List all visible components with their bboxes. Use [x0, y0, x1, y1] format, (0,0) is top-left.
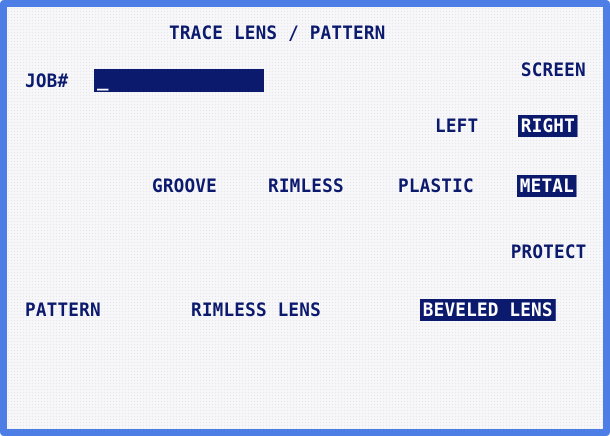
pattern-option-rimless-lens[interactable]: RIMLESS LENS: [191, 299, 321, 321]
frame-option-groove[interactable]: GROOVE: [152, 175, 217, 197]
text-cursor: _: [97, 69, 109, 91]
frame-option-plastic[interactable]: PLASTIC: [398, 175, 474, 197]
pattern-label: PATTERN: [25, 299, 101, 321]
protect-label[interactable]: PROTECT: [510, 241, 586, 263]
pattern-option-beveled-lens[interactable]: BEVELED LENS: [420, 299, 556, 321]
side-option-left[interactable]: LEFT: [435, 115, 478, 137]
job-label: JOB#: [25, 70, 69, 92]
screen-label[interactable]: SCREEN: [521, 59, 586, 81]
terminal-screen: TRACE LENS / PATTERN JOB# _ SCREEN LEFT …: [0, 0, 610, 436]
job-number-input[interactable]: _: [94, 69, 264, 92]
side-option-right[interactable]: RIGHT: [518, 115, 578, 137]
screen-title: TRACE LENS / PATTERN: [169, 22, 386, 44]
frame-option-metal[interactable]: METAL: [517, 175, 577, 197]
frame-option-rimless[interactable]: RIMLESS: [268, 175, 344, 197]
